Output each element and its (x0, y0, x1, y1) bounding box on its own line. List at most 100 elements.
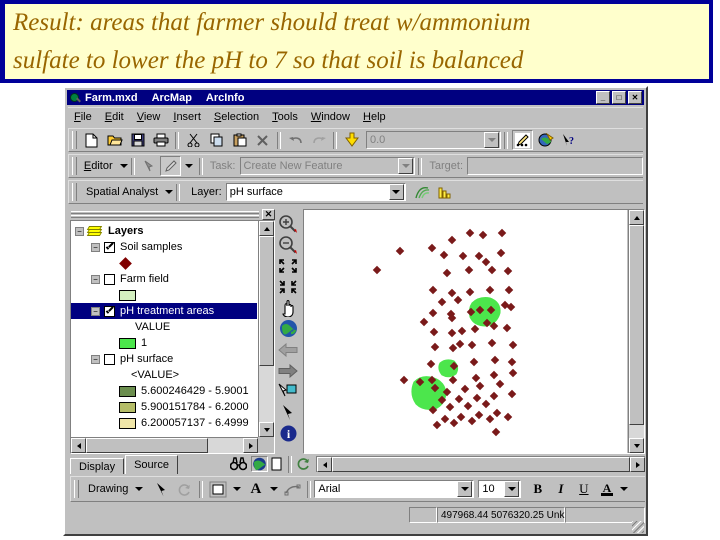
toc-drag-grip[interactable] (70, 210, 260, 219)
menu-edit[interactable]: Edit (105, 111, 124, 123)
sa-layer-dropdown-icon[interactable] (388, 184, 404, 200)
farm-field-checkbox[interactable] (104, 273, 115, 285)
map-vertical-scrollbar[interactable] (628, 210, 644, 453)
spatial-analyst-menu-label[interactable]: Spatial Analyst (86, 186, 158, 198)
map-hscroll-thumb[interactable] (332, 457, 630, 472)
ph-treatment-checkbox[interactable] (104, 305, 115, 317)
histogram-tool-icon[interactable] (435, 182, 456, 202)
font-size-combo[interactable]: 10 (478, 480, 522, 498)
find-binoculars-icon[interactable] (230, 456, 247, 472)
soil-samples-checkbox[interactable] (104, 241, 115, 253)
toc-scroll-up-button[interactable] (259, 221, 274, 236)
map-scroll-down-button[interactable] (629, 438, 644, 453)
drawing-menu-label[interactable]: Drawing (88, 483, 128, 495)
editor-toolbar-grip[interactable] (72, 157, 77, 175)
soil-samples-expander-icon[interactable]: − (91, 242, 100, 252)
toc-root-layers[interactable]: − Layers (71, 223, 257, 239)
editor-menu-label[interactable]: EEditorditor (84, 160, 113, 172)
fixed-zoom-in-icon[interactable] (277, 255, 299, 276)
farm-field-expander-icon[interactable]: − (91, 274, 100, 284)
toc-scroll-down-button[interactable] (259, 422, 274, 437)
whats-this-help-icon[interactable]: ? (558, 130, 579, 150)
tab-source[interactable]: Source (125, 455, 178, 474)
paste-icon[interactable] (229, 130, 250, 150)
drawing-menu-chevron-down-icon[interactable] (135, 487, 144, 491)
toc-layer-farm-field[interactable]: − Farm field (71, 271, 257, 287)
new-document-icon[interactable] (81, 130, 102, 150)
print-icon[interactable] (150, 130, 171, 150)
sketch-tool-dropdown-icon[interactable] (183, 156, 195, 176)
data-view-button[interactable] (251, 456, 268, 472)
edit-target-combo[interactable] (467, 157, 644, 175)
sketch-tool-icon[interactable] (160, 156, 181, 176)
redo-icon[interactable] (308, 130, 329, 150)
draw-rotate-icon[interactable] (174, 479, 195, 499)
toolbar-grip[interactable] (72, 131, 77, 149)
toc-scroll-thumb[interactable] (259, 236, 274, 366)
italic-button[interactable]: I (550, 479, 571, 499)
ph-surface-checkbox[interactable] (104, 353, 115, 365)
zoom-out-icon[interactable] (277, 234, 299, 255)
map-scroll-left-button[interactable] (317, 457, 332, 472)
bold-button[interactable]: B (527, 479, 548, 499)
edit-task-combo[interactable]: Create New Feature (239, 157, 416, 175)
copy-icon[interactable] (206, 130, 227, 150)
toc-scroll-left-button[interactable] (71, 438, 86, 453)
draw-text-tool-icon[interactable]: A (245, 479, 266, 499)
toc-layer-ph-surface[interactable]: − pH surface (71, 351, 257, 367)
font-color-dropdown-icon[interactable] (619, 479, 629, 499)
menu-help[interactable]: Help (363, 111, 386, 123)
map-scale-combo[interactable]: 0.0 (366, 131, 501, 149)
identify-icon[interactable]: i (277, 423, 299, 444)
drawing-effects-icon[interactable] (282, 479, 303, 499)
save-icon[interactable] (127, 130, 148, 150)
map-scroll-right-button[interactable] (630, 457, 645, 472)
menu-window[interactable]: Window (311, 111, 350, 123)
full-extent-globe-icon[interactable] (277, 318, 299, 339)
maximize-button[interactable]: □ (612, 91, 626, 104)
draw-select-elements-icon[interactable] (151, 479, 172, 499)
map-data-view[interactable] (303, 209, 645, 454)
sa-toolbar-grip[interactable] (72, 183, 77, 201)
sa-layer-combo[interactable]: pH surface (225, 183, 406, 201)
toc-close-icon[interactable]: ✕ (262, 209, 275, 220)
map-scroll-up-button[interactable] (629, 210, 644, 225)
refresh-view-button[interactable] (295, 456, 312, 472)
contour-tool-icon[interactable] (412, 182, 433, 202)
delete-icon[interactable] (252, 130, 273, 150)
menu-file[interactable]: FFileile (74, 111, 92, 123)
toc-hscroll-thumb[interactable] (86, 438, 208, 453)
draw-text-dropdown-icon[interactable] (268, 479, 280, 499)
underline-button[interactable]: U (573, 479, 594, 499)
zoom-in-icon[interactable] (277, 213, 299, 234)
map-scroll-thumb[interactable] (629, 225, 644, 425)
ph-treatment-expander-icon[interactable]: − (91, 306, 100, 316)
select-features-icon[interactable] (277, 381, 299, 402)
arctoolbox-icon[interactable] (535, 130, 556, 150)
menu-insert[interactable]: Insert (173, 111, 201, 123)
menu-tools[interactable]: Tools (272, 111, 298, 123)
toc-horizontal-scrollbar[interactable] (71, 437, 258, 453)
window-resize-grip[interactable] (632, 521, 644, 533)
window-title-bar[interactable]: Farm.mxd ArcMap ArcInfo _ □ ✕ (67, 90, 644, 105)
edit-task-dropdown-icon[interactable] (398, 158, 414, 174)
pan-icon[interactable] (277, 297, 299, 318)
add-data-icon[interactable] (341, 130, 362, 150)
go-back-extent-icon[interactable] (277, 339, 299, 360)
cut-icon[interactable] (183, 130, 204, 150)
drawing-toolbar-grip[interactable] (74, 480, 79, 498)
go-forward-extent-icon[interactable] (277, 360, 299, 381)
map-canvas[interactable] (304, 210, 627, 453)
map-scale-dropdown-icon[interactable] (484, 132, 499, 148)
font-name-dropdown-icon[interactable] (457, 481, 473, 497)
edit-tool-arrow-icon[interactable] (139, 156, 159, 176)
draw-fill-color-icon[interactable] (207, 479, 229, 499)
ph-surface-expander-icon[interactable]: − (91, 354, 100, 364)
minimize-button[interactable]: _ (596, 91, 610, 104)
tab-display[interactable]: Display (70, 458, 125, 474)
spatial-analyst-chevron-down-icon[interactable] (165, 190, 174, 194)
toc-layer-soil-samples[interactable]: − Soil samples (71, 239, 257, 255)
menu-view[interactable]: View (137, 111, 161, 123)
draw-fill-color-dropdown-icon[interactable] (231, 479, 243, 499)
map-horizontal-scrollbar[interactable] (316, 456, 645, 472)
